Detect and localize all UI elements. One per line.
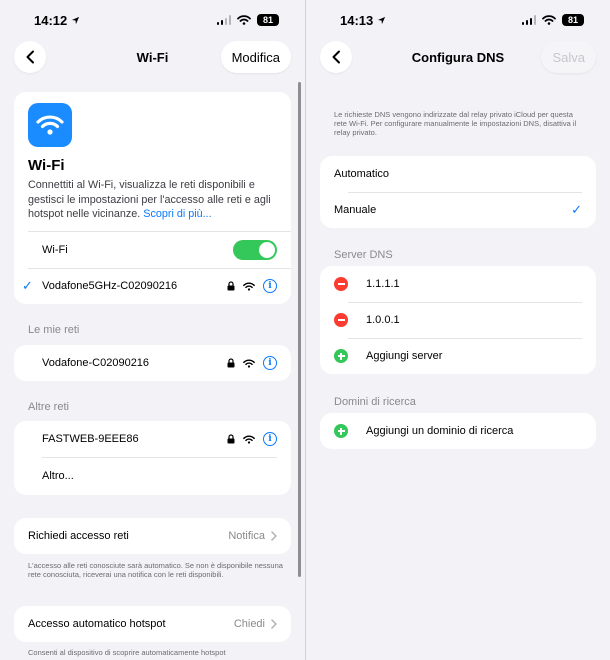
edit-button[interactable]: Modifica	[220, 41, 291, 73]
wifi-icon	[36, 115, 64, 135]
wifi-app-icon	[28, 103, 72, 147]
dns-server-address: 1.0.0.1	[366, 314, 400, 326]
list-item[interactable]: Vodafone-C02090216 i	[14, 345, 291, 381]
back-chevron-icon	[26, 50, 34, 64]
other-networks-list: FASTWEB-9EEE86 i Altro...	[14, 421, 291, 495]
remove-icon[interactable]	[334, 313, 348, 327]
page-title: Configura DNS	[411, 49, 505, 65]
lock-icon	[227, 434, 235, 444]
learn-more-link[interactable]: Scopri di più...	[143, 208, 211, 220]
ask-join-card: Richiedi accesso reti Notifica	[14, 518, 291, 554]
info-icon[interactable]: i	[263, 356, 277, 370]
wifi-icon	[243, 358, 255, 368]
wifi-toggle-label: Wi-Fi	[42, 244, 68, 256]
wifi-icon	[243, 281, 255, 291]
status-time: 14:12	[34, 13, 80, 28]
hotspot-card: Accesso automatico hotspot Chiedi	[14, 606, 291, 642]
add-icon	[334, 424, 348, 438]
lock-icon	[227, 358, 235, 368]
other-network-button[interactable]: Altro...	[14, 457, 291, 495]
mode-automatic[interactable]: Automatico	[320, 156, 596, 192]
hotspot-row[interactable]: Accesso automatico hotspot Chiedi	[14, 606, 291, 642]
navigation-bar: Wi-Fi Modifica	[0, 40, 305, 74]
status-bar: 14:13 81	[306, 10, 610, 30]
chevron-right-icon	[271, 619, 277, 629]
list-item[interactable]: 1.1.1.1	[320, 266, 596, 302]
other-label: Altro...	[42, 470, 74, 482]
list-item[interactable]: FASTWEB-9EEE86 i	[14, 421, 291, 457]
mode-manual[interactable]: Manuale ✓	[320, 192, 596, 228]
checkmark-icon: ✓	[571, 202, 582, 217]
search-domains-header: Domini di ricerca	[334, 396, 416, 408]
battery-icon: 81	[562, 14, 584, 26]
info-icon[interactable]: i	[263, 279, 277, 293]
private-relay-info: Le richieste DNS vengono indirizzate dal…	[334, 110, 577, 137]
location-arrow-icon	[72, 16, 80, 24]
battery-level: 81	[262, 15, 273, 25]
battery-level: 81	[567, 15, 578, 25]
chevron-right-icon	[271, 531, 277, 541]
hero-title: Wi-Fi	[28, 157, 65, 174]
save-button[interactable]: Salva	[541, 41, 596, 73]
mode-label: Manuale	[334, 204, 377, 216]
back-button[interactable]	[320, 41, 352, 73]
ask-join-value: Notifica	[228, 530, 265, 542]
configure-dns-screen: 14:13 81 Configura DNS Salva Le richiest…	[305, 0, 610, 660]
back-button[interactable]	[14, 41, 46, 73]
remove-icon[interactable]	[334, 277, 348, 291]
hotspot-footer: Consenti al dispositivo di scoprire auto…	[28, 648, 226, 657]
lock-icon	[227, 281, 235, 291]
navigation-bar: Configura DNS Salva	[306, 40, 610, 74]
wifi-settings-screen: 14:12 81 Wi-Fi Modifica Wi-Fi Connettiti…	[0, 0, 305, 660]
time-label: 14:13	[340, 12, 374, 28]
ask-join-label: Richiedi accesso reti	[28, 530, 129, 542]
cellular-signal-icon	[216, 15, 231, 25]
status-bar: 14:12 81	[0, 10, 305, 30]
add-search-domain-button[interactable]: Aggiungi un dominio di ricerca	[320, 413, 596, 449]
wifi-toggle-row: Wi-Fi	[14, 232, 291, 268]
list-item[interactable]: 1.0.0.1	[320, 302, 596, 338]
scrollbar[interactable]	[298, 82, 301, 577]
dns-mode-list: Automatico Manuale ✓	[320, 156, 596, 228]
hero-description: Connettiti al Wi-Fi, visualizza le reti …	[28, 178, 281, 222]
time-label: 14:12	[34, 12, 68, 28]
add-server-label: Aggiungi server	[366, 350, 443, 362]
ask-join-footer: L'accesso alle reti conosciute sarà auto…	[28, 561, 283, 579]
network-name: Vodafone-C02090216	[42, 357, 150, 369]
network-name: Vodafone5GHz-C02090216	[42, 280, 178, 292]
connected-network-row[interactable]: ✓ Vodafone5GHz-C02090216 i	[14, 268, 291, 304]
mode-label: Automatico	[334, 168, 390, 180]
cellular-signal-icon	[521, 15, 536, 25]
status-time: 14:13	[340, 13, 386, 28]
dns-servers-header: Server DNS	[334, 249, 393, 261]
add-server-button[interactable]: Aggiungi server	[320, 338, 596, 374]
battery-icon: 81	[257, 14, 279, 26]
location-arrow-icon	[378, 16, 386, 24]
my-networks-header: Le mie reti	[28, 324, 80, 336]
hotspot-value: Chiedi	[233, 618, 265, 630]
network-name: FASTWEB-9EEE86	[42, 433, 139, 445]
hotspot-label: Accesso automatico hotspot	[28, 618, 166, 630]
ask-join-row[interactable]: Richiedi accesso reti Notifica	[14, 518, 291, 554]
dns-server-address: 1.1.1.1	[366, 278, 400, 290]
back-chevron-icon	[332, 50, 340, 64]
checkmark-icon: ✓	[22, 278, 33, 293]
wifi-icon	[237, 15, 251, 25]
add-icon	[334, 349, 348, 363]
other-networks-header: Altre reti	[28, 401, 69, 413]
wifi-icon	[243, 434, 255, 444]
my-networks-list: Vodafone-C02090216 i	[14, 345, 291, 381]
add-search-domain-label: Aggiungi un dominio di ricerca	[366, 425, 514, 437]
dns-servers-list: 1.1.1.1 1.0.0.1 Aggiungi server	[320, 266, 596, 374]
wifi-toggle[interactable]	[233, 240, 277, 260]
search-domains-list: Aggiungi un dominio di ricerca	[320, 413, 596, 449]
info-icon[interactable]: i	[263, 432, 277, 446]
page-title: Wi-Fi	[136, 49, 169, 65]
wifi-icon	[542, 15, 556, 25]
